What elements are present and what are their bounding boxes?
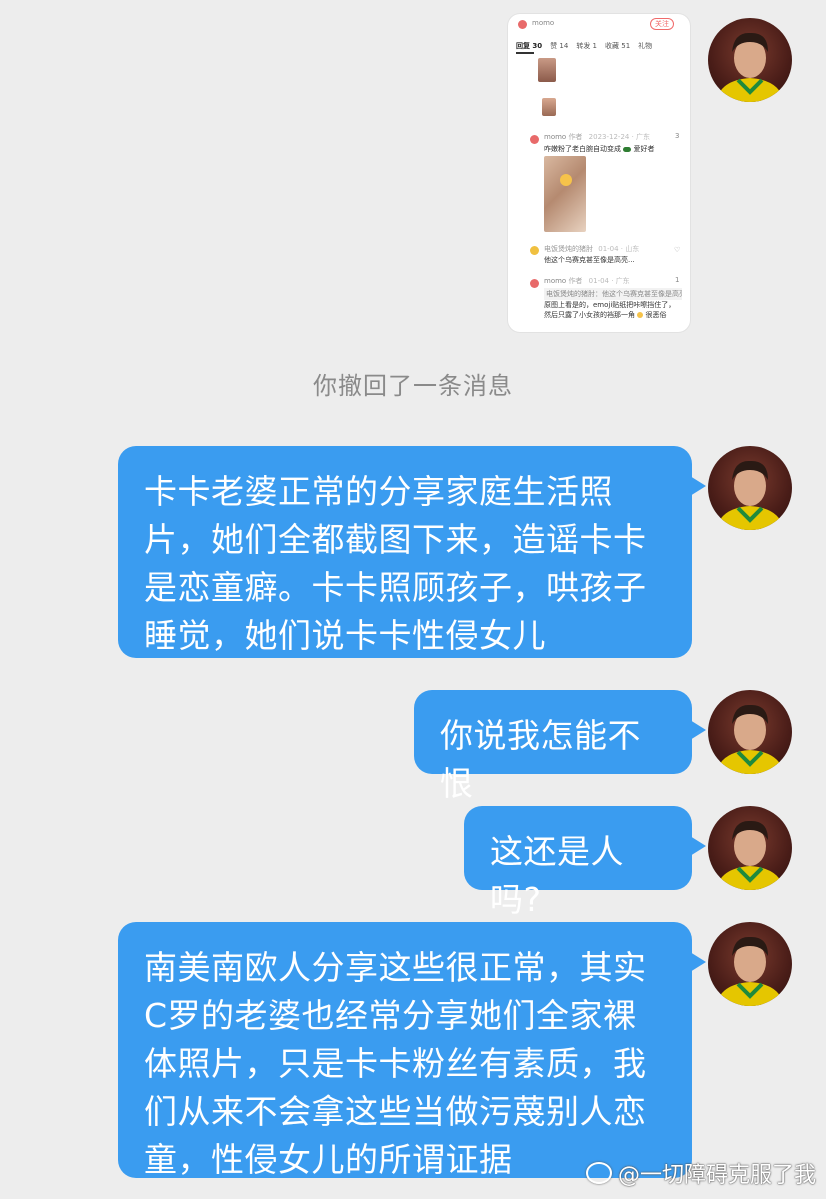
comment-time: 01-04 · 山东 xyxy=(598,245,640,253)
message-bubble[interactable]: 这还是人吗? xyxy=(464,806,706,919)
avatar-portrait-icon xyxy=(716,32,784,102)
comment-avatar xyxy=(530,279,539,288)
emoji-sticker-icon xyxy=(560,174,572,186)
tab-favorites: 收藏 51 xyxy=(605,42,631,50)
user-avatar[interactable] xyxy=(708,806,792,890)
comment-text-tail: 很恶俗 xyxy=(645,311,667,319)
avatar-portrait-icon xyxy=(716,820,784,890)
comment-author: 电饭煲炖的猪肘 xyxy=(544,245,593,253)
thumbnail-photo xyxy=(538,58,556,82)
follow-button: 关注 xyxy=(650,18,674,30)
user-avatar[interactable] xyxy=(708,18,792,102)
comment-like-count: 1 xyxy=(675,276,680,284)
user-avatar[interactable] xyxy=(708,922,792,1006)
emoji-icon xyxy=(637,312,644,318)
message-bubble[interactable]: 你说我怎能不恨 xyxy=(414,690,706,803)
thumbnail-photo xyxy=(542,98,556,116)
author-avatar xyxy=(518,20,527,29)
comment-avatar xyxy=(530,246,539,255)
comment-author: momo xyxy=(544,133,567,141)
user-avatar[interactable] xyxy=(708,446,792,530)
avatar-portrait-icon xyxy=(716,460,784,530)
quoted-reply: 电饭煲炖的猪肘：他这个乌赛克甚至像是高亮... xyxy=(544,288,682,300)
tab-reposts: 转发 1 xyxy=(576,42,598,50)
tab-replies: 回复 30 xyxy=(516,42,543,50)
recall-notice: 你撤回了一条消息 xyxy=(313,372,513,400)
comment-author: momo xyxy=(544,277,567,285)
weibo-logo-icon xyxy=(585,1162,612,1184)
user-avatar[interactable] xyxy=(708,690,792,774)
screenshot-tabs: 回复 30 赞 14 转发 1 收藏 51 礼物 xyxy=(516,41,660,51)
message-bubble[interactable]: 南美南欧人分享这些很正常，其实 C罗的老婆也经常分享她们全家裸 体照片，只是卡卡… xyxy=(118,922,706,1179)
like-icon: ♡ xyxy=(674,246,681,254)
comment-text: 他这个乌赛克甚至像是高亮... xyxy=(544,256,635,264)
comment-like-count: 3 xyxy=(675,132,680,140)
emoji-icon xyxy=(623,146,632,152)
avatar-portrait-icon xyxy=(716,936,784,1006)
active-tab-indicator xyxy=(516,52,534,54)
comment-photo xyxy=(544,156,586,232)
tab-gifts: 礼物 xyxy=(638,42,653,50)
author-tag: 作者 xyxy=(568,133,583,141)
author-tag: 作者 xyxy=(568,277,583,285)
comment-time: 2023-12-24 · 广东 xyxy=(588,133,651,141)
avatar-portrait-icon xyxy=(716,704,784,774)
comment-text: 咋嫩粉了老白腕自动变成 xyxy=(544,145,621,153)
message-bubble[interactable]: 卡卡老婆正常的分享家庭生活照 片，她们全都截图下来，造谣卡卡 是恋童癖。卡卡照顾… xyxy=(118,446,706,658)
tab-likes: 赞 14 xyxy=(550,42,569,50)
screenshot-header-name: momo xyxy=(532,19,555,27)
watermark: @一切障碍克服了我 xyxy=(585,1157,816,1189)
comment-text-tail: 爱好者 xyxy=(633,145,655,153)
comment-time: 01-04 · 广东 xyxy=(588,277,630,285)
screenshot-image-message[interactable]: momo 关注 回复 30 赞 14 转发 1 收藏 51 礼物 momo 作者 202… xyxy=(508,14,690,332)
watermark-text: @一切障碍克服了我 xyxy=(617,1163,816,1188)
comment-avatar xyxy=(530,135,539,144)
